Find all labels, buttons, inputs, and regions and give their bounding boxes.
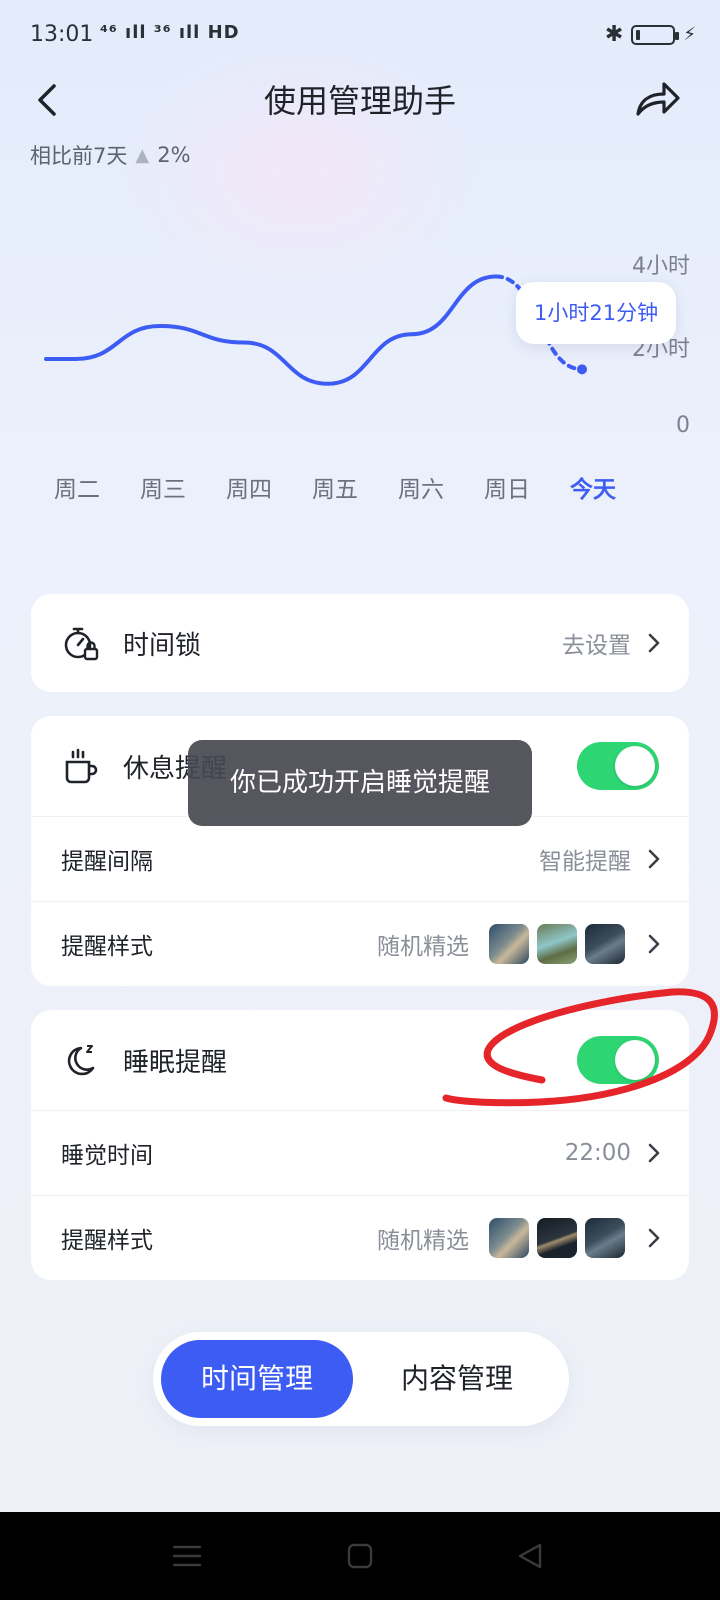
rest-interval-row[interactable]: 提醒间隔 智能提醒 [31, 816, 689, 901]
thumbnail-cliff [585, 924, 625, 964]
time-lock-value: 去设置 [562, 633, 631, 659]
timer-lock-icon [64, 627, 99, 661]
home-icon[interactable] [343, 1540, 377, 1572]
sleep-style-row[interactable]: 提醒样式 随机精选 [31, 1195, 689, 1280]
tab-content-management[interactable]: 内容管理 [361, 1340, 553, 1418]
status-right-group: ✱ ⚡ [605, 22, 696, 47]
time-lock-card[interactable]: 时间锁 去设置 [31, 594, 689, 692]
thumbnail-night-figure [537, 1218, 577, 1258]
thumbnail-cliff [585, 1218, 625, 1258]
sleep-style-value: 随机精选 [377, 1228, 469, 1254]
usage-chart-svg [44, 274, 587, 386]
x-label-sun[interactable]: 周日 [477, 470, 537, 504]
rest-style-value: 随机精选 [377, 934, 469, 960]
rest-interval-label: 提醒间隔 [61, 849, 153, 875]
x-label-fri[interactable]: 周五 [305, 470, 365, 504]
rest-style-thumbnails [489, 924, 625, 964]
toggle-knob [615, 746, 655, 786]
bedtime-label: 睡觉时间 [61, 1143, 153, 1169]
thumbnail-river [537, 924, 577, 964]
usage-line [44, 274, 498, 386]
rest-reminder-toggle[interactable] [577, 742, 659, 790]
back-nav-icon[interactable] [514, 1540, 548, 1572]
coffee-cup-icon [65, 748, 98, 784]
bluetooth-icon: ✱ [604, 22, 624, 47]
toast-message: 你已成功开启睡觉提醒 [188, 740, 532, 826]
menu-icon[interactable] [170, 1540, 204, 1572]
usage-chart: 4小时 2小时 0 周二 周三 周四 周五 周六 周日 今天 1小时21分钟 [0, 180, 720, 510]
y-tick-4h: 4小时 [632, 254, 690, 279]
tab-time-management[interactable]: 时间管理 [161, 1340, 353, 1418]
x-label-sat[interactable]: 周六 [391, 470, 451, 504]
sleep-style-thumbnails [489, 1218, 625, 1258]
rest-style-label: 提醒样式 [61, 934, 153, 960]
top-nav: 使用管理助手 [0, 70, 720, 130]
status-time: 13:01 [30, 22, 94, 47]
rest-interval-value: 智能提醒 [539, 849, 631, 875]
charging-icon: ⚡ [683, 24, 696, 45]
network-indicator: ⁴⁶ ıll ³⁶ ıll HD [100, 22, 240, 43]
chevron-right-icon [648, 934, 660, 954]
x-label-tue[interactable]: 周二 [47, 470, 107, 504]
compare-summary: 相比前7天 ▲ 2% [30, 140, 191, 170]
share-icon[interactable] [632, 76, 682, 122]
status-bar: 13:01 ⁴⁶ ıll ³⁶ ıll HD ✱ ⚡ [0, 0, 720, 70]
thumbnail-coast [489, 1218, 529, 1258]
chevron-right-icon [648, 1228, 660, 1248]
compare-percent: 2% [157, 143, 191, 167]
today-point[interactable] [577, 364, 587, 375]
management-segmented-control: 时间管理 内容管理 [153, 1332, 569, 1426]
red-circle-annotation [442, 988, 718, 1107]
usage-tooltip: 1小时21分钟 [516, 282, 677, 344]
x-label-today[interactable]: 今天 [563, 470, 623, 504]
chevron-right-icon [648, 849, 660, 869]
sleep-reminder-title: 睡眠提醒 [123, 1047, 228, 1078]
page-title: 使用管理助手 [263, 82, 456, 120]
time-lock-row[interactable]: 时间锁 去设置 [31, 594, 689, 692]
x-label-wed[interactable]: 周三 [133, 470, 193, 504]
time-lock-title: 时间锁 [123, 630, 202, 661]
battery-icon [631, 24, 680, 45]
y-tick-0: 0 [676, 413, 690, 438]
chevron-right-icon [648, 633, 660, 653]
thumbnail-coast [489, 924, 529, 964]
moon-icon [67, 1045, 95, 1076]
arrow-up-icon: ▲ [135, 144, 150, 166]
compare-label: 相比前7天 [30, 144, 128, 168]
sleep-style-label: 提醒样式 [61, 1228, 153, 1254]
x-label-thu[interactable]: 周四 [219, 470, 279, 504]
system-navigation-bar [0, 1512, 720, 1600]
